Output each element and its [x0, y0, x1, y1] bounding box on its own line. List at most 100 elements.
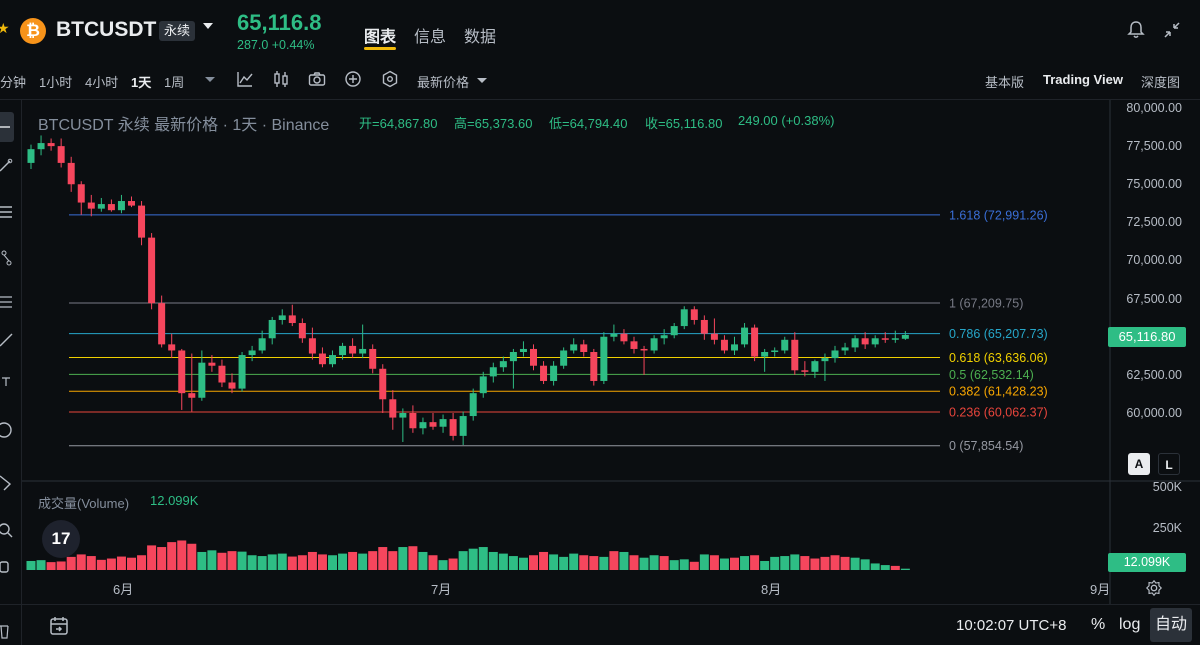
- view-basic[interactable]: 基本版: [985, 72, 1024, 91]
- timeframe-1h[interactable]: 1小时: [39, 72, 72, 91]
- candle-body: [690, 309, 698, 320]
- indicator-line-icon[interactable]: [235, 69, 255, 89]
- candle: [871, 335, 879, 348]
- volume-bar: [197, 551, 207, 570]
- volume-bar: [549, 554, 559, 570]
- candle: [369, 344, 377, 374]
- timeframe-1d[interactable]: 1天: [131, 72, 151, 91]
- fib-tool-icon[interactable]: [0, 202, 16, 222]
- candle-body: [128, 201, 135, 206]
- candle-body: [771, 350, 779, 352]
- symbol-dropdown-caret-icon[interactable]: [202, 22, 214, 30]
- trendline-tool-icon[interactable]: [0, 155, 16, 175]
- candle-body: [329, 355, 336, 365]
- candle-body: [117, 201, 125, 211]
- timeframe-minute[interactable]: 分钟: [0, 72, 26, 91]
- crosshair-tool-icon[interactable]: [0, 117, 16, 137]
- log-scale-button[interactable]: L: [1158, 453, 1180, 475]
- settings-hex-icon[interactable]: [380, 69, 400, 89]
- view-depth[interactable]: 深度图: [1141, 72, 1180, 91]
- camera-icon[interactable]: [307, 69, 327, 89]
- timeframe-1w[interactable]: 1周: [164, 72, 184, 91]
- tab-data[interactable]: 数据: [464, 23, 496, 47]
- candle: [901, 331, 909, 340]
- candle-body: [248, 350, 256, 356]
- fib-level-label: 1.618 (72,991.26): [949, 208, 1048, 222]
- tab-chart[interactable]: 图表: [364, 23, 396, 47]
- volume-bar: [840, 556, 850, 570]
- price-chart[interactable]: 1.618 (72,991.26) 1 (67,209.75) 0.786 (65,…: [22, 100, 1200, 604]
- collapse-icon[interactable]: [1162, 20, 1182, 40]
- candle-body: [27, 149, 35, 163]
- fibonacci-retracement[interactable]: 1.618 (72,991.26) 1 (67,209.75) 0.786 (65,…: [69, 208, 1048, 453]
- price-type-dropdown[interactable]: 最新价格: [417, 72, 469, 91]
- timeframe-4h[interactable]: 4小时: [85, 72, 118, 91]
- candle-body: [540, 365, 548, 381]
- candle: [178, 348, 186, 410]
- tab-info[interactable]: 信息: [414, 23, 446, 47]
- candle: [248, 345, 256, 362]
- volume-legend-value: 12.099K: [150, 493, 199, 508]
- log-toggle-button[interactable]: log: [1119, 616, 1140, 634]
- timeframe-dropdown-icon[interactable]: [200, 69, 220, 89]
- pattern-tool-icon[interactable]: [0, 248, 16, 268]
- volume-bar: [227, 551, 237, 570]
- contract-type-badge: 永续: [159, 21, 196, 41]
- candle: [720, 335, 728, 354]
- candle-body: [228, 382, 236, 389]
- measure-tool-icon[interactable]: [0, 292, 16, 312]
- candle: [751, 324, 759, 362]
- gear-icon[interactable]: [1145, 579, 1163, 597]
- ruler-tool-icon[interactable]: [0, 472, 16, 492]
- candle-body: [339, 345, 347, 356]
- fib-level-label: 1 (67,209.75): [949, 297, 1023, 311]
- percent-scale-button[interactable]: %: [1091, 616, 1105, 634]
- candle-body: [198, 362, 206, 398]
- tradingview-logo[interactable]: 17: [42, 520, 80, 558]
- view-tradingview[interactable]: Trading View: [1043, 72, 1123, 87]
- volume-bar: [257, 556, 267, 570]
- volume-bar: [699, 554, 709, 570]
- bell-icon[interactable]: [1126, 20, 1146, 40]
- candle: [710, 318, 718, 345]
- candle: [550, 361, 558, 386]
- candle: [288, 304, 296, 327]
- candle-body: [238, 355, 246, 389]
- candle: [359, 324, 367, 359]
- symbol-name[interactable]: BTCUSDT: [56, 18, 156, 42]
- volume-bar: [609, 551, 619, 570]
- volume-bar: [730, 557, 739, 570]
- volume-bar: [760, 560, 770, 570]
- volume-bar: [880, 565, 890, 570]
- brush-tool-icon[interactable]: [0, 330, 16, 350]
- candle-body: [148, 237, 156, 304]
- utc-clock[interactable]: 10:02:07 UTC+8: [956, 617, 1067, 634]
- volume-bar: [669, 560, 679, 570]
- candle-body: [138, 205, 146, 238]
- zoom-tool-icon[interactable]: [0, 520, 16, 540]
- emoji-tool-icon[interactable]: [0, 420, 16, 440]
- volume-bar: [177, 540, 187, 570]
- candle-body: [811, 361, 819, 372]
- lock-tool-icon[interactable]: [0, 556, 16, 576]
- candle: [600, 332, 608, 385]
- volume-bar: [408, 546, 418, 570]
- auto-scale-toggle[interactable]: 自动: [1150, 608, 1192, 642]
- candle: [77, 181, 85, 215]
- calendar-goto-icon[interactable]: [48, 615, 70, 637]
- candle: [841, 342, 849, 356]
- add-indicator-icon[interactable]: [343, 69, 363, 89]
- candle-body: [871, 338, 879, 345]
- text-tool-icon[interactable]: [0, 372, 16, 392]
- volume-bar: [740, 556, 750, 570]
- favorite-star-icon[interactable]: ★: [0, 20, 10, 37]
- price-type-caret-icon[interactable]: [472, 71, 492, 91]
- candle-body: [97, 204, 105, 209]
- candle-body: [419, 422, 427, 429]
- candle-body: [841, 347, 849, 351]
- volume-bar: [860, 559, 870, 570]
- candle-type-icon[interactable]: [271, 69, 291, 89]
- auto-scale-button[interactable]: A: [1128, 453, 1150, 475]
- volume-bar: [559, 556, 569, 570]
- candle-body: [640, 348, 648, 351]
